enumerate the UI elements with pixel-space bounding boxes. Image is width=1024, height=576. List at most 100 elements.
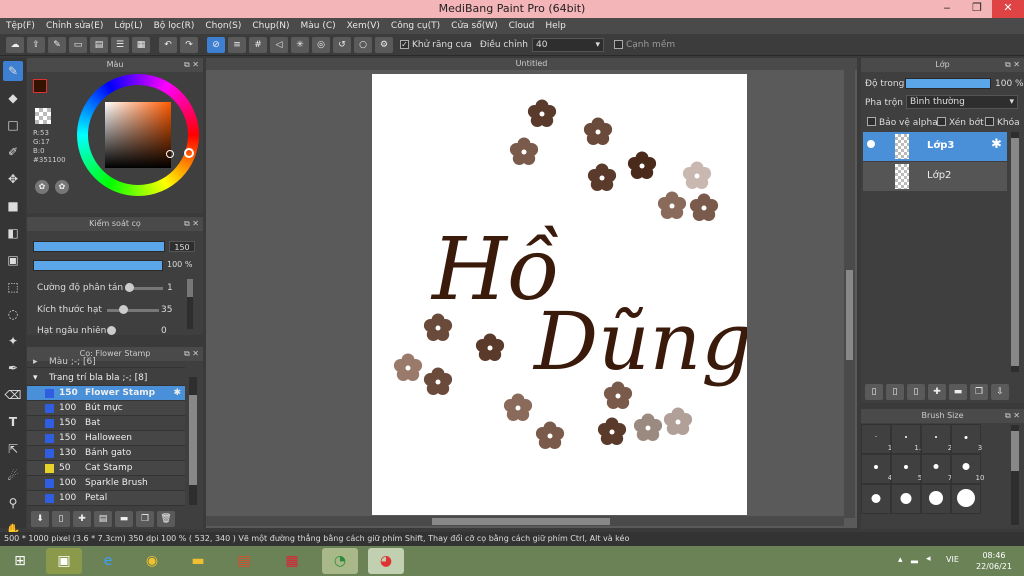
select-pen-tool-icon[interactable]: ✒ xyxy=(3,358,23,378)
menu-cloud[interactable]: Cloud xyxy=(509,21,535,31)
brush-item[interactable]: 150 Halloween xyxy=(27,431,185,446)
cross-snap-icon[interactable]: # xyxy=(249,36,267,53)
brush-opacity-bar[interactable] xyxy=(33,260,163,271)
circle-snap-icon[interactable]: ◎ xyxy=(312,36,330,53)
rectangle-tool-icon[interactable]: □ xyxy=(3,115,23,135)
brush-size-cell[interactable]: 1 xyxy=(861,424,892,454)
scroll-thumb[interactable] xyxy=(1011,431,1019,471)
protect-alpha-option[interactable]: Bảo vệ alpha xyxy=(867,117,938,128)
brush-size-cell[interactable]: 3 xyxy=(951,424,982,454)
new-8bit-layer-icon[interactable]: ▯ xyxy=(907,384,925,400)
brush-settings-icon[interactable]: ▤ xyxy=(94,511,112,527)
scroll-thumb[interactable] xyxy=(1011,138,1019,366)
brush-item[interactable]: 100 Bút mực xyxy=(27,401,185,416)
panel-close-icon[interactable]: ⧉ ✕ xyxy=(1005,58,1020,72)
lock-option[interactable]: Khóa xyxy=(985,117,1020,128)
ellipse-snap-icon[interactable]: ○ xyxy=(354,36,372,53)
duplicate-icon[interactable]: ❐ xyxy=(970,384,988,400)
blend-select[interactable]: Bình thường ▾ xyxy=(906,95,1018,109)
menu-capture[interactable]: Chụp(N) xyxy=(252,21,289,31)
soft-edge-checkbox[interactable] xyxy=(613,40,623,49)
brush-list-scrollbar[interactable] xyxy=(189,377,197,505)
menu-window[interactable]: Cửa sổ(W) xyxy=(451,21,497,31)
comment-icon[interactable]: ✎ xyxy=(48,36,66,53)
internet-explorer-icon[interactable]: e xyxy=(90,548,126,574)
particle-slider[interactable] xyxy=(107,309,159,312)
redo-icon[interactable]: ↷ xyxy=(180,36,198,53)
medibang-taskbar-icon[interactable]: ◕ xyxy=(368,548,404,574)
brush-item[interactable]: 130 Bánh gato xyxy=(27,446,185,461)
brush-size-value[interactable]: 150 xyxy=(169,241,195,252)
file-explorer-icon[interactable]: ▬ xyxy=(180,548,216,574)
scroll-thumb[interactable] xyxy=(189,395,197,485)
brush-item[interactable]: 100 Sparkle Brush xyxy=(27,476,185,491)
page-icon[interactable]: ▤ xyxy=(90,36,108,53)
panel-close-icon[interactable]: ⧉ ✕ xyxy=(184,347,199,361)
office-icon[interactable]: ▤ xyxy=(226,548,262,574)
merge-down-icon[interactable]: ⇩ xyxy=(991,384,1009,400)
delete-icon[interactable]: 🗑 xyxy=(157,511,175,527)
layer-scrollbar[interactable] xyxy=(1011,132,1019,372)
color-palette-icon[interactable]: ✿ xyxy=(55,180,69,194)
snap-off-icon[interactable]: ⊘ xyxy=(207,36,225,53)
duplicate-icon[interactable]: ❐ xyxy=(136,511,154,527)
brush-group-decor[interactable]: ▾ Trang trí bla bla ;-; [8] xyxy=(27,371,185,386)
layer-row[interactable]: Lớp2 xyxy=(863,162,1007,191)
gear-icon[interactable]: ✱ xyxy=(173,386,181,401)
scroll-thumb[interactable] xyxy=(187,279,193,297)
add-brush-icon[interactable]: ✚ xyxy=(73,511,91,527)
vertical-scrollbar[interactable] xyxy=(844,70,855,518)
brush-size-cell[interactable]: 2 xyxy=(921,424,952,454)
restore-button[interactable]: ❐ xyxy=(962,0,992,18)
move-tool-icon[interactable]: ✥ xyxy=(3,169,23,189)
clip-checkbox[interactable] xyxy=(937,117,946,126)
brush-size-scrollbar[interactable] xyxy=(1011,425,1019,525)
brush-item[interactable]: 50 Cat Stamp xyxy=(27,461,185,476)
minimize-button[interactable]: ‒ xyxy=(932,0,962,18)
radial-snap-icon[interactable]: ✳ xyxy=(291,36,309,53)
new-layer-icon[interactable]: ▯ xyxy=(865,384,883,400)
magic-wand-tool-icon[interactable]: ✦ xyxy=(3,331,23,351)
lock-checkbox[interactable] xyxy=(985,117,994,126)
curve-snap-icon[interactable]: ↺ xyxy=(333,36,351,53)
bluestacks-icon[interactable]: ▣ xyxy=(46,548,82,574)
brush-size-cell[interactable]: 1.5 xyxy=(891,424,926,454)
brush-size-cell[interactable]: 5 xyxy=(891,454,922,484)
gear-icon[interactable]: ✱ xyxy=(991,137,1002,152)
lasso-tool-icon[interactable]: ◌ xyxy=(3,304,23,324)
brush-size-cell[interactable] xyxy=(951,484,981,514)
tray-arrow-icon[interactable]: ▴ xyxy=(898,555,903,565)
select-tool-icon[interactable]: ⬚ xyxy=(3,277,23,297)
clip-option[interactable]: Xén bớt xyxy=(937,117,984,128)
random-knob[interactable] xyxy=(107,326,116,335)
snap-settings-icon[interactable]: ⚙ xyxy=(375,36,393,53)
windows-start-icon[interactable]: ⊞ xyxy=(2,548,38,574)
brush-size-cell[interactable] xyxy=(921,484,951,514)
eyedropper-tool-icon[interactable]: ⚲ xyxy=(3,493,23,513)
taskbar-clock[interactable]: 08:46 22/06/21 xyxy=(974,550,1014,572)
panel-scrollbar[interactable] xyxy=(187,279,193,329)
app-icon[interactable]: ▦ xyxy=(274,548,310,574)
undo-icon[interactable]: ↶ xyxy=(159,36,177,53)
particle-knob[interactable] xyxy=(119,305,128,314)
cloud-icon[interactable]: ☁ xyxy=(6,36,24,53)
saturation-value-square[interactable] xyxy=(105,102,171,168)
brush-size-cell[interactable]: 7 xyxy=(921,454,952,484)
parallel-snap-icon[interactable]: ≡ xyxy=(228,36,246,53)
share-icon[interactable]: ⇪ xyxy=(27,36,45,53)
cloud-download-icon[interactable]: ⬇ xyxy=(31,511,49,527)
list-icon[interactable]: ☰ xyxy=(111,36,129,53)
folder-icon[interactable]: ▬ xyxy=(949,384,967,400)
panel-close-icon[interactable]: ⧉ ✕ xyxy=(184,58,199,72)
foreground-color-swatch[interactable] xyxy=(33,79,47,93)
brush-size-cell[interactable]: 4 xyxy=(861,454,892,484)
adjust-select[interactable]: 40 ▾ xyxy=(531,37,604,52)
network-icon[interactable]: ▂ xyxy=(911,554,918,564)
brush-size-cell[interactable] xyxy=(891,484,921,514)
select-eraser-tool-icon[interactable]: ⌫ xyxy=(3,385,23,405)
menu-file[interactable]: Tệp(F) xyxy=(6,21,35,31)
menu-tools[interactable]: Công cụ(T) xyxy=(391,21,440,31)
menu-color[interactable]: Màu (C) xyxy=(301,21,336,31)
bucket-tool-icon[interactable]: ◧ xyxy=(3,223,23,243)
folder-icon[interactable]: ▬ xyxy=(115,511,133,527)
